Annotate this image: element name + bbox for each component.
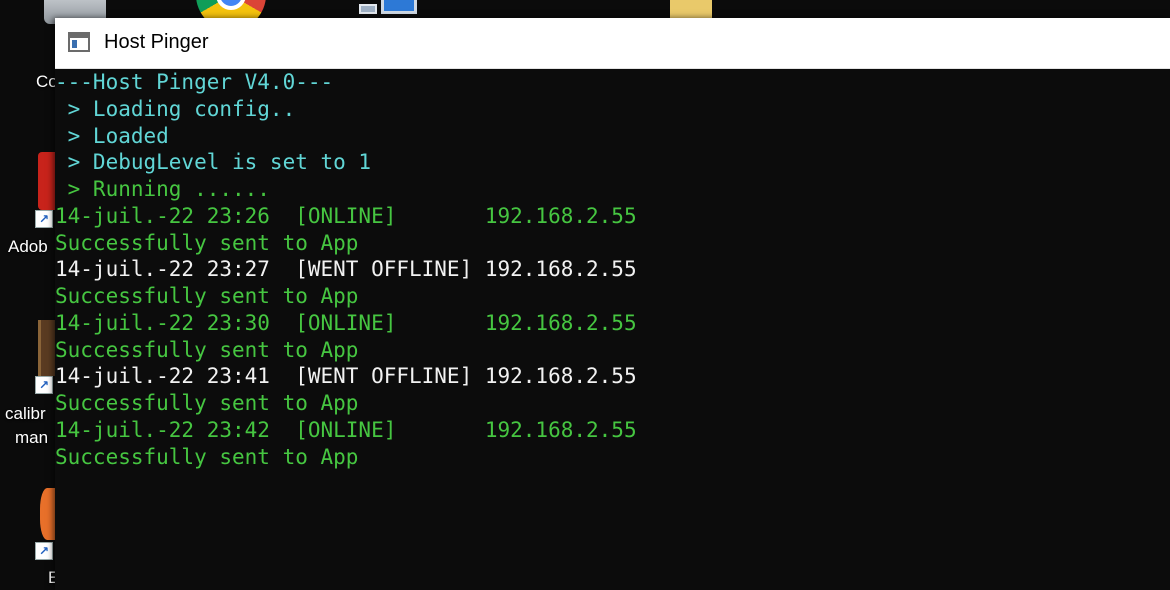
console-output[interactable]: ---Host Pinger V4.0--- > Loading config.… bbox=[55, 69, 1170, 590]
console-line: Successfully sent to App bbox=[55, 337, 359, 362]
computer-small-icon bbox=[359, 4, 377, 14]
desktop-label-adobe[interactable]: Adob bbox=[8, 237, 48, 257]
console-app-icon[interactable] bbox=[68, 32, 90, 52]
folder-icon[interactable] bbox=[670, 0, 712, 20]
console-line: Successfully sent to App bbox=[55, 284, 359, 308]
window-titlebar[interactable]: Host Pinger bbox=[55, 18, 1170, 69]
computer-screen-icon bbox=[381, 0, 417, 14]
desktop-label-calibre-line2[interactable]: man bbox=[15, 428, 48, 448]
console-line: > Loading config.. bbox=[55, 96, 296, 121]
console-line: Successfully sent to App bbox=[55, 230, 359, 255]
shortcut-arrow-icon: ↗ bbox=[35, 376, 53, 394]
console-line: Successfully sent to App bbox=[55, 391, 359, 415]
console-line: Successfully sent to App bbox=[55, 444, 359, 469]
window-title: Host Pinger bbox=[104, 31, 209, 53]
console-line: 14-juil.-22 23:41 [WENT OFFLINE] 192.168… bbox=[55, 364, 637, 389]
computer-icon[interactable] bbox=[345, 0, 421, 20]
console-line: 14-juil.-22 23:27 [WENT OFFLINE] 192.168… bbox=[55, 257, 637, 282]
desktop-label-calibre[interactable]: calibr bbox=[5, 404, 46, 424]
console-line: > DebugLevel is set to 1 bbox=[55, 150, 372, 175]
calibre-icon[interactable] bbox=[38, 320, 56, 376]
shortcut-arrow-icon: ↗ bbox=[35, 542, 53, 560]
console-line: ---Host Pinger V4.0--- bbox=[55, 70, 334, 94]
shortcut-arrow-icon: ↗ bbox=[35, 210, 53, 228]
console-window[interactable]: Host Pinger ---Host Pinger V4.0--- > Loa… bbox=[55, 18, 1170, 590]
console-line: 14-juil.-22 23:26 [ONLINE] 192.168.2.55 bbox=[55, 203, 637, 228]
console-line: 14-juil.-22 23:30 [ONLINE] 192.168.2.55 bbox=[55, 310, 637, 335]
console-line: > Running ...... bbox=[55, 177, 270, 201]
console-line: > Loaded bbox=[55, 123, 169, 148]
console-line: 14-juil.-22 23:42 [ONLINE] 192.168.2.55 bbox=[55, 417, 637, 442]
